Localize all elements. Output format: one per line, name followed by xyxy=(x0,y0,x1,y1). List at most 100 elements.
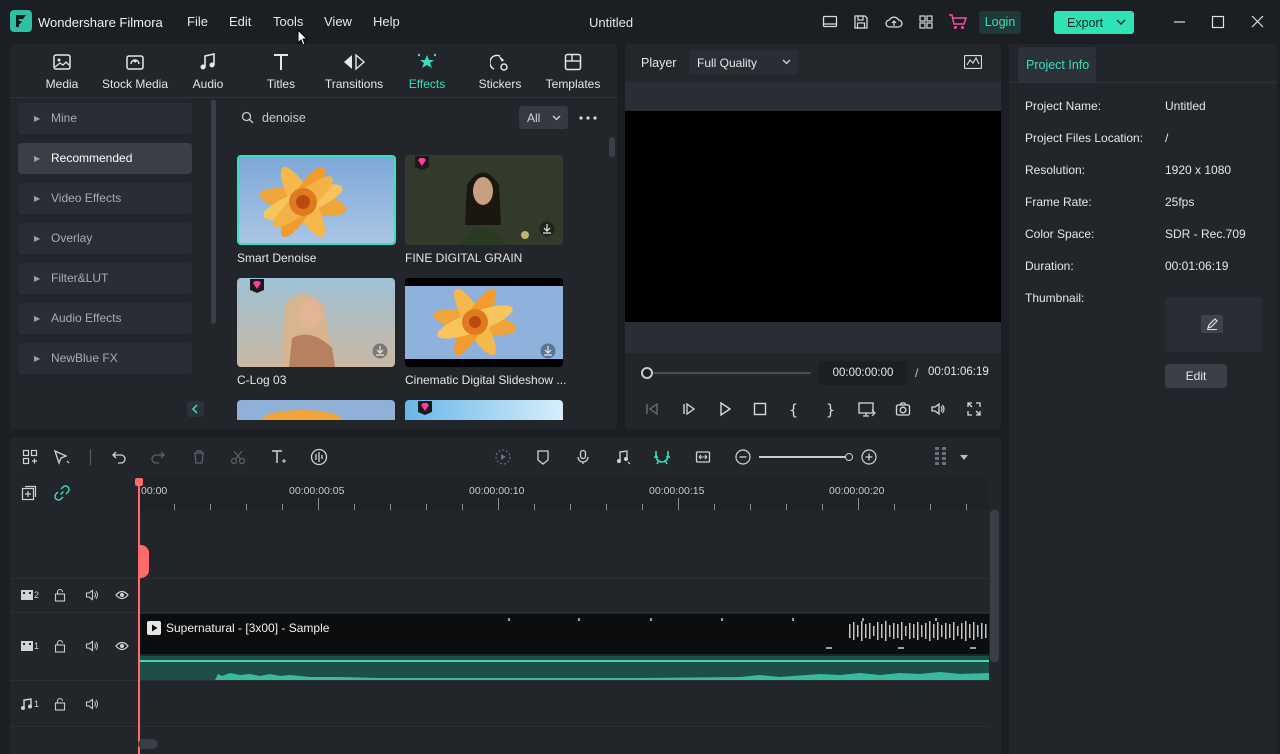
tab-project-info[interactable]: Project Info xyxy=(1018,47,1096,82)
layout-icon[interactable] xyxy=(822,14,838,30)
mute-icon[interactable] xyxy=(85,697,99,711)
category-filter-lut[interactable]: ▶ Filter&LUT xyxy=(18,263,192,294)
effect-thumb-fine-digital-grain[interactable] xyxy=(405,155,563,245)
category-newblue-fx[interactable]: ▶ NewBlue FX xyxy=(18,343,192,374)
tab-stickers[interactable]: Stickers xyxy=(465,52,535,92)
maximize-icon[interactable] xyxy=(1208,12,1228,32)
quality-dropdown[interactable]: Full Quality xyxy=(689,50,798,74)
current-time-field[interactable]: 00:00:00:00 xyxy=(819,361,907,385)
category-audio-effects[interactable]: ▶ Audio Effects xyxy=(18,303,192,334)
tab-titles[interactable]: Titles xyxy=(246,52,316,92)
tab-stock-media[interactable]: Stock Media xyxy=(100,52,170,92)
effect-thumb-partial[interactable] xyxy=(405,400,563,420)
zoom-out-icon[interactable] xyxy=(735,449,751,465)
info-label: Project Name: xyxy=(1025,99,1102,113)
menu-tools[interactable]: Tools xyxy=(273,14,303,29)
menu-help[interactable]: Help xyxy=(373,14,400,29)
mark-out-icon[interactable]: } xyxy=(826,401,835,419)
tab-audio[interactable]: Audio xyxy=(173,52,243,92)
effect-thumb-c-log-03[interactable] xyxy=(237,278,395,367)
scopes-icon[interactable] xyxy=(964,55,982,69)
timeline-playhead[interactable] xyxy=(138,478,140,754)
filter-dropdown[interactable]: All xyxy=(519,106,568,129)
text-tool-icon[interactable] xyxy=(270,449,288,465)
save-icon[interactable] xyxy=(853,14,869,30)
effect-thumb-cinematic-slideshow[interactable] xyxy=(405,278,563,367)
microphone-icon[interactable] xyxy=(575,449,591,465)
cloud-upload-icon[interactable] xyxy=(885,14,903,30)
marker-icon[interactable] xyxy=(535,449,551,465)
progress-track[interactable] xyxy=(653,372,811,374)
menu-edit[interactable]: Edit xyxy=(229,14,251,29)
select-tool-icon[interactable] xyxy=(53,449,71,465)
track-layout-icon[interactable] xyxy=(933,446,949,468)
tab-templates[interactable]: Templates xyxy=(538,52,608,92)
download-icon[interactable] xyxy=(540,343,556,359)
lock-icon[interactable] xyxy=(53,639,67,653)
apps-grid-icon[interactable] xyxy=(918,14,934,30)
fit-timeline-icon[interactable] xyxy=(695,449,711,465)
mute-icon[interactable] xyxy=(85,588,99,602)
stop-icon[interactable] xyxy=(752,401,768,417)
tab-effects[interactable]: Effects xyxy=(392,52,462,92)
snapshot-icon[interactable] xyxy=(895,401,911,417)
minimize-icon[interactable] xyxy=(1170,12,1190,32)
cart-icon[interactable] xyxy=(948,13,968,31)
video-preview[interactable] xyxy=(625,111,1001,322)
lock-icon[interactable] xyxy=(53,697,67,711)
category-mine[interactable]: ▶ Mine xyxy=(18,103,192,134)
link-icon[interactable] xyxy=(54,485,70,501)
effect-thumb-partial[interactable] xyxy=(237,400,395,420)
category-recommended[interactable]: ▶ Recommended xyxy=(18,143,192,174)
mute-icon[interactable] xyxy=(85,639,99,653)
search-input[interactable]: denoise xyxy=(262,111,502,125)
timeline-vscroll[interactable] xyxy=(990,510,999,662)
download-icon[interactable] xyxy=(539,221,555,237)
menu-view[interactable]: View xyxy=(324,14,352,29)
effects-scrollbar[interactable] xyxy=(609,137,615,157)
visibility-eye-icon[interactable] xyxy=(115,640,129,652)
close-icon[interactable] xyxy=(1248,12,1268,32)
volume-icon[interactable] xyxy=(930,401,946,417)
more-options-icon[interactable] xyxy=(579,116,597,120)
visibility-eye-icon[interactable] xyxy=(115,589,129,601)
tab-transitions[interactable]: Transitions xyxy=(319,52,389,92)
zoom-in-icon[interactable] xyxy=(861,449,877,465)
category-overlay[interactable]: ▶ Overlay xyxy=(18,223,192,254)
collapse-sidebar-button[interactable] xyxy=(187,401,204,417)
export-button[interactable]: Export xyxy=(1054,11,1134,34)
tab-media[interactable]: Media xyxy=(27,52,97,92)
download-icon[interactable] xyxy=(372,343,388,359)
prev-frame-icon[interactable] xyxy=(644,401,660,417)
chevron-down-icon[interactable] xyxy=(960,455,968,460)
clip-audio-bar[interactable] xyxy=(140,656,989,680)
next-frame-icon[interactable] xyxy=(681,401,697,417)
menu-file[interactable]: File xyxy=(187,14,208,29)
thumbnail-box[interactable] xyxy=(1165,297,1261,352)
chevron-down-icon[interactable] xyxy=(1116,19,1126,26)
fullscreen-icon[interactable] xyxy=(966,401,982,417)
play-icon[interactable] xyxy=(717,401,733,417)
lock-icon[interactable] xyxy=(53,588,67,602)
display-settings-icon[interactable] xyxy=(858,401,876,417)
playhead-knob[interactable] xyxy=(641,367,653,379)
audio-stretch-icon[interactable] xyxy=(310,448,328,466)
zoom-slider-knob[interactable] xyxy=(845,453,853,461)
add-track-icon[interactable] xyxy=(21,485,37,501)
edit-pencil-icon[interactable] xyxy=(1201,315,1223,333)
snap-magnet-icon[interactable] xyxy=(653,448,671,466)
mark-in-icon[interactable]: { xyxy=(789,401,798,419)
edit-button[interactable]: Edit xyxy=(1165,364,1227,388)
category-scrollbar[interactable] xyxy=(211,100,216,324)
timeline-hscroll[interactable] xyxy=(138,739,158,749)
layout-grid-icon[interactable] xyxy=(22,449,38,465)
playhead-marker[interactable] xyxy=(138,545,149,578)
category-video-effects[interactable]: ▶ Video Effects xyxy=(18,183,192,214)
effect-thumb-smart-denoise[interactable] xyxy=(237,155,396,245)
voiceover-icon[interactable] xyxy=(615,449,631,465)
zoom-slider-track[interactable] xyxy=(759,456,847,458)
playhead-handle[interactable] xyxy=(135,478,143,486)
undo-icon[interactable] xyxy=(111,449,127,465)
redo-icon xyxy=(150,449,166,465)
login-button[interactable]: Login xyxy=(979,11,1021,34)
